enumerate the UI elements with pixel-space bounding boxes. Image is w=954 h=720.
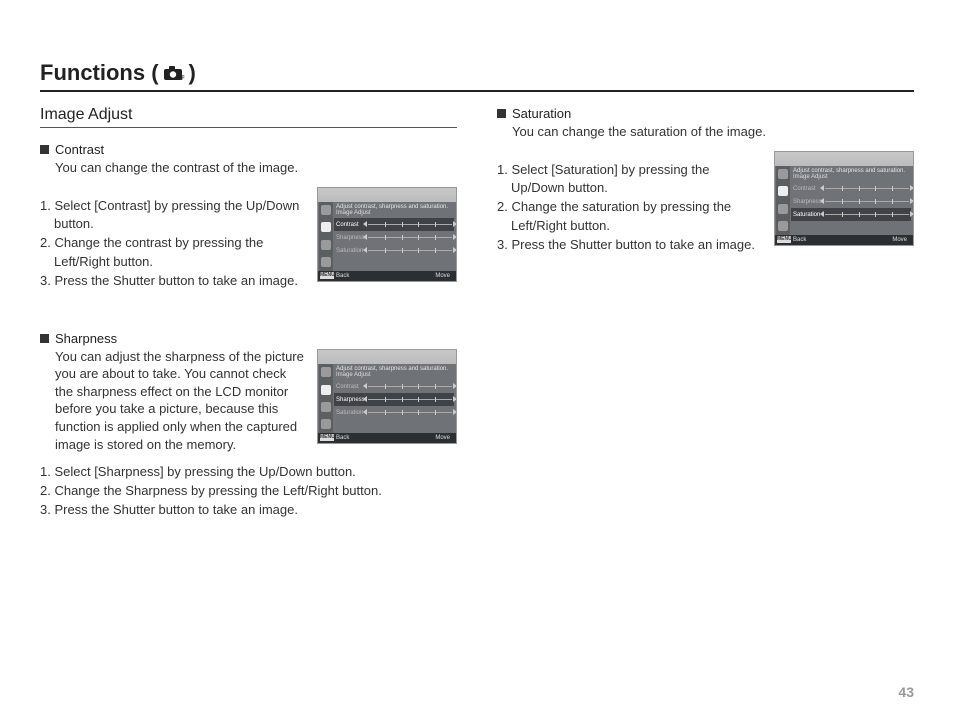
slider-row-saturation: Saturation: [334, 406, 454, 419]
menu-tab-icon: [778, 204, 788, 214]
menu-tab-icon: [778, 221, 788, 231]
block-contrast: Contrast You can change the contrast of …: [40, 142, 457, 291]
bullet-icon: [40, 334, 49, 343]
slider-row-sharpness: Sharpness: [791, 195, 911, 208]
title-suffix: ): [189, 60, 196, 86]
bullet-icon: [40, 145, 49, 154]
page-title: Functions ( Fn ): [40, 60, 914, 92]
left-column: Image Adjust Contrast You can change the…: [40, 106, 457, 546]
page-number: 43: [898, 684, 914, 700]
menu-tab-icon: [321, 222, 331, 232]
menu-tab-icon: [321, 385, 331, 395]
menu-button-icon: MENU: [320, 272, 334, 279]
menu-tab-icon: [778, 169, 788, 179]
subheading-sharpness: Sharpness: [55, 331, 117, 346]
lcd-screenshot-sharpness: Adjust contrast, sharpness and saturatio…: [317, 349, 457, 444]
sharpness-steps: 1. Select [Sharpness] by pressing the Up…: [40, 463, 457, 520]
camera-fn-icon: Fn: [163, 65, 185, 81]
slider-row-contrast: Contrast: [334, 380, 454, 393]
menu-tab-icon: [321, 205, 331, 215]
subheading-contrast: Contrast: [55, 142, 104, 157]
contrast-description: You can change the contrast of the image…: [55, 159, 457, 177]
footer-back-label: Back: [336, 435, 349, 441]
menu-tab-icon: [778, 186, 788, 196]
block-sharpness: Sharpness You can adjust the sharpness o…: [40, 331, 457, 520]
slider-row-sharpness: Sharpness: [334, 231, 454, 244]
slider-row-saturation: Saturation: [334, 244, 454, 257]
footer-back-label: Back: [793, 237, 806, 243]
lcd-screenshot-saturation: Adjust contrast, sharpness and saturatio…: [774, 151, 914, 246]
title-prefix: Functions (: [40, 60, 159, 86]
menu-tab-icon: [321, 367, 331, 377]
saturation-description: You can change the saturation of the ima…: [512, 123, 914, 141]
footer-move-label: Move: [435, 273, 450, 279]
slider-row-contrast: Contrast: [334, 218, 454, 231]
block-saturation: Saturation You can change the saturation…: [497, 106, 914, 255]
menu-tab-icon: [321, 257, 331, 267]
footer-move-label: Move: [892, 237, 907, 243]
right-column: Saturation You can change the saturation…: [497, 106, 914, 546]
menu-button-icon: MENU: [777, 236, 791, 243]
slider-row-sharpness: Sharpness: [334, 393, 454, 406]
subheading-saturation: Saturation: [512, 106, 571, 121]
slider-row-contrast: Contrast: [791, 182, 911, 195]
slider-row-saturation: Saturation: [791, 208, 911, 221]
menu-tab-icon: [321, 419, 331, 429]
menu-tab-icon: [321, 240, 331, 250]
sharpness-description: You can adjust the sharpness of the pict…: [55, 348, 305, 453]
section-heading-image-adjust: Image Adjust: [40, 106, 457, 128]
bullet-icon: [497, 109, 506, 118]
menu-button-icon: MENU: [320, 434, 334, 441]
saturation-steps: 1. Select [Saturation] by pressing the U…: [497, 161, 762, 255]
footer-move-label: Move: [435, 435, 450, 441]
lcd-screenshot-contrast: Adjust contrast, sharpness and saturatio…: [317, 187, 457, 282]
menu-tab-icon: [321, 402, 331, 412]
footer-back-label: Back: [336, 273, 349, 279]
svg-text:Fn: Fn: [181, 76, 185, 81]
contrast-steps: 1. Select [Contrast] by pressing the Up/…: [40, 197, 305, 291]
